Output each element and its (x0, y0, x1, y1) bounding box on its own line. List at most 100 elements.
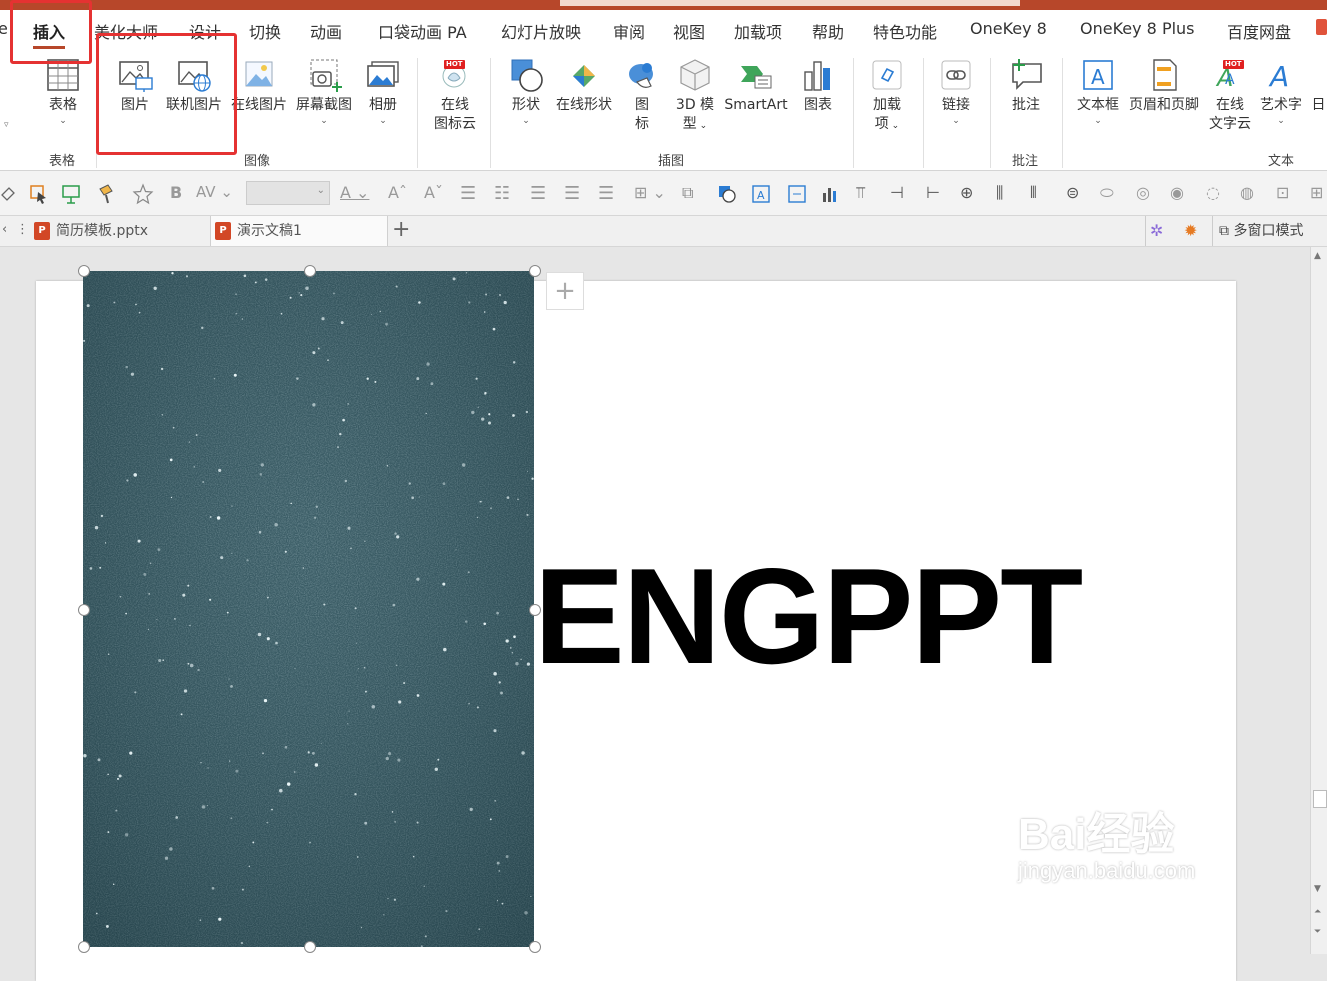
scroll-down-icon[interactable]: ▼ (1314, 884, 1321, 894)
resize-handle-tl[interactable] (78, 265, 90, 277)
tab-transitions[interactable]: 切换 (249, 19, 281, 43)
screenshot-button[interactable]: 屏幕截图 ⌄ (292, 56, 356, 127)
text-fit-icon[interactable] (786, 183, 808, 205)
merge-union-icon[interactable]: ⬭ (1100, 183, 1122, 205)
previous-slide-icon[interactable]: ⏶ (1314, 907, 1321, 917)
bold-icon[interactable]: B (170, 183, 192, 205)
resize-handle-bl[interactable] (78, 941, 90, 953)
slide-title-text[interactable]: ENGPPT (534, 548, 1083, 684)
tab-onekey8-plus[interactable]: OneKey 8 Plus (1080, 19, 1195, 38)
resize-handle-br[interactable] (529, 941, 541, 953)
select-objects-icon[interactable] (28, 183, 50, 205)
center-icon[interactable]: ⊜ (1066, 183, 1088, 205)
header-footer-button[interactable]: 页眉和页脚 (1126, 56, 1202, 115)
online-text-cloud-button[interactable]: AA HOT 在线 文字云 (1206, 56, 1254, 134)
partial-dropdown-icon[interactable]: ▿ (4, 120, 9, 130)
tab-help[interactable]: 帮助 (812, 19, 844, 43)
align-right-icon[interactable]: ☰ (598, 183, 620, 205)
magic-icon[interactable]: ✲ (1150, 221, 1163, 240)
tab-beautify-master[interactable]: 美化大师 (94, 19, 158, 43)
decrease-font-icon[interactable]: Aˇ (424, 183, 446, 205)
align-left-icon[interactable]: ☰ (564, 183, 586, 205)
resize-handle-bottom[interactable] (304, 941, 316, 953)
tab-pocket-animation[interactable]: 口袋动画 PA (378, 19, 467, 43)
text-box-icon[interactable]: A (750, 183, 772, 205)
tab-slideshow[interactable]: 幻灯片放映 (501, 19, 581, 43)
align-center-icon[interactable]: ☰ (460, 183, 482, 205)
justify-icon[interactable]: ☰ (530, 183, 552, 205)
tab-features[interactable]: 特色功能 (873, 19, 937, 43)
increase-font-icon[interactable]: Aˆ (388, 183, 410, 205)
doc-tab-presentation[interactable]: P 演示文稿1 (211, 216, 388, 246)
shapes-button[interactable]: 形状 ⌄ (503, 56, 549, 127)
merge-combine-icon[interactable]: ◎ (1136, 183, 1158, 205)
slide-picture[interactable] (83, 271, 534, 947)
resize-handle-tr[interactable] (529, 265, 541, 277)
settings-gear-icon[interactable]: ✹ (1184, 221, 1197, 240)
album-button[interactable]: 相册 ⌄ (360, 56, 406, 127)
scroll-left-icon[interactable]: ‹ (2, 222, 7, 237)
multi-window-mode-button[interactable]: ⧉ 多窗口模式 (1212, 216, 1303, 246)
next-slide-icon[interactable]: ⏷ (1314, 927, 1321, 937)
tab-onekey8[interactable]: OneKey 8 (970, 19, 1047, 38)
merge-subtract-icon[interactable]: ◍ (1240, 183, 1262, 205)
search-bar[interactable] (560, 0, 1020, 6)
3d-model-button[interactable]: 3D 模 型 ⌄ (670, 56, 720, 136)
crop-icon[interactable]: ⊡ (1276, 183, 1298, 205)
distribute-h-icon[interactable]: ⫼ (996, 183, 1018, 205)
textbox-button[interactable]: A 文本框 ⌄ (1072, 56, 1124, 127)
online-shape-button[interactable]: 在线形状 (551, 56, 617, 115)
tab-insert[interactable]: 插入 (33, 19, 66, 49)
font-color-icon[interactable]: A ⌄ (340, 183, 370, 205)
online-icon-cloud-button[interactable]: HOT 在线 图标云 (426, 56, 484, 134)
icons-button[interactable]: 图 标 (622, 56, 662, 134)
distribute-v-icon[interactable]: ⫴ (1030, 183, 1052, 205)
tab-design[interactable]: 设计 (189, 19, 221, 43)
resize-handle-left[interactable] (78, 604, 90, 616)
chart-small-icon[interactable] (820, 183, 842, 205)
online-image-button[interactable]: 在线图片 (229, 56, 289, 115)
shape-fill-icon[interactable] (0, 183, 22, 205)
scroll-thumb[interactable] (1313, 790, 1327, 808)
star-shape-icon[interactable] (132, 183, 154, 205)
distribute-icon[interactable]: ☷ (494, 183, 516, 205)
align-middle-icon[interactable]: ⊕ (960, 183, 982, 205)
more-vertical-icon[interactable]: ⋮ (16, 222, 29, 237)
align-top-icon[interactable]: ⫪ (856, 183, 878, 205)
font-size-select[interactable]: ⌄ (246, 181, 330, 205)
link-button[interactable]: 链接 ⌄ (932, 56, 980, 127)
sparkle (164, 856, 169, 860)
vertical-scrollbar[interactable]: ▲ ▼ ⏶ ⏷ (1310, 247, 1327, 954)
date-time-button-partial[interactable]: 日 (1310, 56, 1327, 115)
layout-options-button[interactable]: + (546, 272, 584, 310)
tab-home-partial[interactable]: e (0, 19, 8, 38)
tab-baidu-netdisk[interactable]: 百度网盘 (1227, 19, 1291, 43)
present-icon[interactable] (60, 183, 82, 205)
picture-button[interactable]: 图片 (112, 56, 158, 115)
doc-tab-resume[interactable]: P 简历模板.pptx (30, 216, 211, 246)
table-button[interactable]: 表格 ⌄ (40, 56, 86, 127)
columns-icon[interactable]: ⊞ ⌄ (634, 183, 674, 205)
tab-animations[interactable]: 动画 (310, 19, 342, 43)
merge-intersect-icon[interactable]: ◌ (1206, 183, 1228, 205)
tab-review[interactable]: 审阅 (613, 19, 645, 43)
resize-handle-top[interactable] (304, 265, 316, 277)
wordart-button[interactable]: A 艺术字 ⌄ (1258, 56, 1304, 127)
chart-button[interactable]: 图表 (798, 56, 838, 115)
format-painter-icon[interactable] (96, 183, 118, 205)
tab-view[interactable]: 视图 (673, 19, 705, 43)
new-tab-button[interactable]: + (392, 218, 410, 242)
smartart-button[interactable]: SmartArt (722, 56, 790, 115)
tab-addins[interactable]: 加载项 (734, 19, 782, 43)
align-right-obj-icon[interactable]: ⊣ (890, 183, 912, 205)
convert-icon[interactable]: ⧉ (682, 183, 704, 205)
align-left-obj-icon[interactable]: ⊢ (926, 183, 948, 205)
comment-button[interactable]: 批注 (1002, 56, 1050, 115)
merge-fragment-icon[interactable]: ◉ (1170, 183, 1192, 205)
scroll-up-icon[interactable]: ▲ (1314, 251, 1321, 261)
char-spacing-icon[interactable]: AV ⌄ (196, 183, 236, 205)
shape-outline-icon[interactable] (716, 183, 738, 205)
more-icon[interactable]: ⊞ (1310, 183, 1327, 205)
online-picture-button[interactable]: 联机图片 (162, 56, 226, 115)
addins-button[interactable]: 加载 项 ⌄ (862, 56, 912, 136)
